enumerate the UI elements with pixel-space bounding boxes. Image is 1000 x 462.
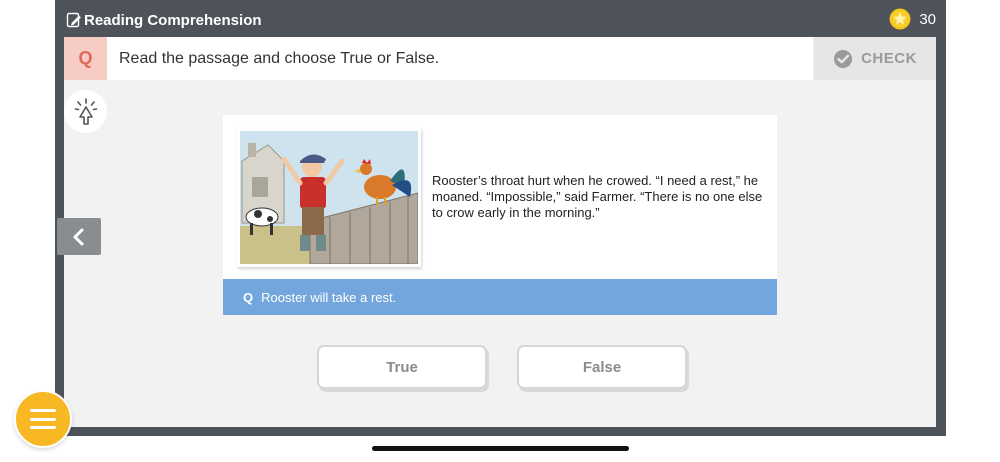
true-button[interactable]: True: [317, 345, 487, 389]
statement-badge: Q: [243, 289, 254, 305]
star-counter: 30: [889, 7, 936, 31]
check-button[interactable]: CHECK: [814, 37, 936, 80]
chevron-left-icon: [73, 228, 84, 245]
edit-document-icon: [66, 12, 81, 28]
star-count: 30: [919, 10, 936, 28]
statement-text: Rooster will take a rest.: [261, 289, 397, 305]
home-indicator[interactable]: [372, 446, 629, 451]
app-screen: Reading Comprehension 30 Q Read the pass…: [0, 0, 1000, 462]
check-label: CHECK: [861, 50, 917, 67]
passage-text: Rooster’s throat hurt when he crowed. “I…: [432, 173, 763, 220]
star-coin-icon: [889, 8, 911, 30]
hint-bulb-icon: [74, 97, 97, 125]
farmer-rooster-image: [240, 131, 418, 264]
page-title: Reading Comprehension: [84, 11, 262, 29]
instruction-text: Read the passage and choose True or Fals…: [119, 50, 440, 67]
farmer-and-rooster-illustration: [237, 128, 421, 267]
passage-card: Rooster’s throat hurt when he crowed. “I…: [223, 115, 777, 279]
hint-button[interactable]: [64, 90, 107, 133]
hamburger-icon: [30, 409, 56, 429]
check-circle-icon: [834, 49, 853, 68]
statement-strip: Q Rooster will take a rest.: [223, 279, 777, 315]
question-bar: Q Read the passage and choose True or Fa…: [64, 37, 813, 80]
question-badge: Q: [64, 37, 107, 80]
title-bar: Reading Comprehension: [66, 7, 262, 33]
menu-button[interactable]: [14, 390, 72, 448]
back-button[interactable]: [57, 218, 101, 255]
false-button[interactable]: False: [517, 345, 687, 389]
